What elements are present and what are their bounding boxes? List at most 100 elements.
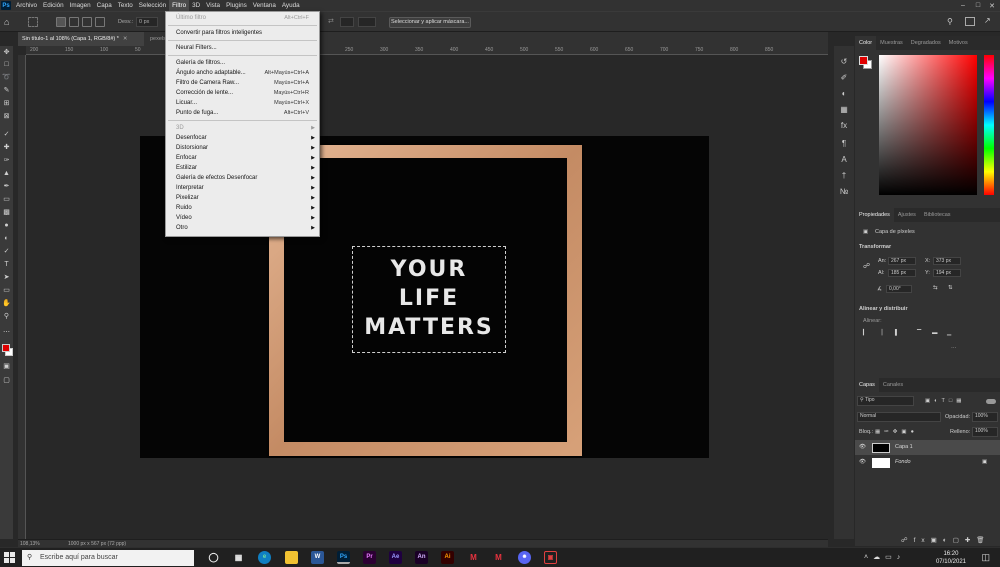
- properties-icon[interactable]: №: [838, 186, 850, 198]
- feather-input[interactable]: 0 px: [136, 17, 158, 27]
- after-effects-icon[interactable]: Ae: [389, 551, 402, 564]
- quick-mask-icon[interactable]: ▣: [1, 362, 12, 372]
- blend-mode-select[interactable]: Normal: [857, 412, 941, 422]
- layers-panel-tab-1[interactable]: Canales: [879, 378, 907, 392]
- quick-select-tool-icon[interactable]: ✎: [1, 86, 12, 96]
- width-input[interactable]: [340, 17, 354, 27]
- workspace-icon[interactable]: [965, 17, 975, 26]
- zoom-tool-icon[interactable]: ⚲: [1, 312, 12, 322]
- color-field[interactable]: [879, 55, 977, 195]
- menu-texto[interactable]: Texto: [115, 0, 136, 11]
- app-m-icon[interactable]: M: [467, 551, 480, 564]
- x-field[interactable]: 373 px: [933, 257, 961, 265]
- align-center-icon[interactable]: ▕: [878, 330, 882, 336]
- close-icon[interactable]: ✕: [985, 0, 999, 11]
- filter-menu-item[interactable]: Filtro de Camera Raw... Mayús+Ctrl+A: [166, 78, 319, 88]
- menu-archivo[interactable]: Archivo: [13, 0, 40, 11]
- flip-vertical-icon[interactable]: ⇅: [948, 285, 953, 291]
- filter-menu-item[interactable]: Enfocar ▶: [166, 153, 319, 163]
- align-middle-icon[interactable]: ▬: [932, 330, 938, 336]
- properties-panel-tab-0[interactable]: Propiedades: [855, 208, 894, 222]
- align-right-icon[interactable]: ▐: [893, 330, 897, 336]
- hue-slider[interactable]: [984, 55, 994, 195]
- align-top-icon[interactable]: ▔: [917, 330, 921, 336]
- filter-menu-item[interactable]: Licuar... Mayús+Ctrl+X: [166, 98, 319, 108]
- move-tool-icon[interactable]: ✥: [1, 48, 12, 58]
- subtract-selection-icon[interactable]: [82, 17, 92, 27]
- filter-menu-item[interactable]: Galería de efectos Desenfocar ▶: [166, 173, 319, 183]
- edge-icon[interactable]: e: [258, 551, 271, 564]
- menu-imagen[interactable]: Imagen: [67, 0, 94, 11]
- marquee-tool-icon[interactable]: □: [1, 60, 12, 70]
- width-field[interactable]: 267 px: [888, 257, 916, 265]
- filter-menu-item[interactable]: Corrección de lente... Mayús+Ctrl+R: [166, 88, 319, 98]
- frame-tool-icon[interactable]: ⊠: [1, 112, 12, 122]
- blur-tool-icon[interactable]: ●: [1, 221, 12, 231]
- maximize-icon[interactable]: □: [971, 0, 985, 11]
- visibility-eye-icon[interactable]: 👁: [859, 455, 866, 470]
- foreground-color-swatch[interactable]: [2, 344, 10, 352]
- adjustments-icon[interactable]: ◐: [838, 88, 850, 100]
- layer-actions[interactable]: ☍fx▣◐▢✚🗑: [901, 536, 991, 544]
- fx-icon[interactable]: fx: [838, 120, 850, 132]
- height-field[interactable]: 185 px: [888, 269, 916, 277]
- intersect-selection-icon[interactable]: [95, 17, 105, 27]
- file-explorer-icon[interactable]: [285, 551, 298, 564]
- eyedropper-tool-icon[interactable]: ✓: [1, 130, 12, 140]
- filter-menu-item[interactable]: Interpretar ▶: [166, 183, 319, 193]
- brush-tool-icon[interactable]: ✑: [1, 156, 12, 166]
- flip-horizontal-icon[interactable]: ⇆: [933, 285, 938, 291]
- screen-mode-icon[interactable]: ▢: [1, 376, 12, 386]
- history-brush-icon[interactable]: ✒: [1, 182, 12, 192]
- photoshop-taskbar-icon[interactable]: Ps: [337, 551, 350, 564]
- history-icon[interactable]: ↺: [838, 56, 850, 68]
- height-input[interactable]: [358, 17, 376, 27]
- minimize-icon[interactable]: –: [956, 0, 970, 11]
- fill-field[interactable]: 100%: [972, 427, 998, 437]
- dodge-tool-icon[interactable]: ◐: [1, 234, 12, 244]
- marquee-selection[interactable]: [352, 246, 506, 353]
- lasso-tool-icon[interactable]: ➰: [1, 73, 12, 83]
- menu-filtro[interactable]: Filtro: [169, 0, 190, 11]
- properties-panel-tab-1[interactable]: Ajustes: [894, 208, 920, 222]
- screen-recorder-icon[interactable]: ▣: [544, 551, 557, 564]
- hand-tool-icon[interactable]: ✋: [1, 299, 12, 309]
- more-tools-icon[interactable]: ⋯: [1, 328, 12, 338]
- path-select-tool-icon[interactable]: ➤: [1, 273, 12, 283]
- filter-menu-item[interactable]: Ruido ▶: [166, 203, 319, 213]
- cortana-icon[interactable]: ◯: [207, 551, 220, 564]
- add-selection-icon[interactable]: [69, 17, 79, 27]
- menu-seleccion[interactable]: Selección: [136, 0, 169, 11]
- layers-panel-tab-0[interactable]: Capas: [855, 378, 879, 392]
- word-icon[interactable]: W: [311, 551, 324, 564]
- layer-row-fondo[interactable]: 👁 Fondo ▣: [855, 455, 1000, 470]
- layer-filter-icons[interactable]: ▣◐T□▦: [925, 398, 965, 404]
- styles-icon[interactable]: ▦: [838, 104, 850, 116]
- character-icon[interactable]: A: [838, 154, 850, 166]
- discord-icon[interactable]: ☻: [518, 551, 531, 564]
- gradient-tool-icon[interactable]: ▩: [1, 208, 12, 218]
- color-panel-tab-0[interactable]: Color: [855, 36, 877, 50]
- stamp-tool-icon[interactable]: ▲: [1, 169, 12, 179]
- brush-settings-icon[interactable]: ✐: [838, 72, 850, 84]
- link-icon[interactable]: ☍: [863, 262, 870, 270]
- filter-menu-item[interactable]: Estilizar ▶: [166, 163, 319, 173]
- healing-tool-icon[interactable]: ✚: [1, 143, 12, 153]
- more-options-icon[interactable]: ⋯: [951, 346, 957, 352]
- opacity-field[interactable]: 100%: [972, 412, 998, 422]
- swap-icon[interactable]: ⇄: [328, 18, 338, 26]
- type-tool-icon[interactable]: T: [1, 260, 12, 270]
- align-bottom-icon[interactable]: ▁: [947, 330, 951, 336]
- system-tray-icons[interactable]: ˄☁▭♪: [864, 553, 905, 561]
- layer-row-capa-1[interactable]: 👁 Capa 1: [855, 440, 1000, 455]
- share-icon[interactable]: ↗: [984, 16, 991, 25]
- color-fg-swatch[interactable]: [859, 56, 868, 65]
- menu-ventana[interactable]: Ventana: [250, 0, 279, 11]
- rectangle-tool-icon[interactable]: ▭: [1, 286, 12, 296]
- document-tab-active[interactable]: Sin título-1 al 108% (Capa 1, RGB/8#) * ✕: [18, 32, 144, 46]
- animate-icon[interactable]: An: [415, 551, 428, 564]
- filter-menu-item[interactable]: Vídeo ▶: [166, 213, 319, 223]
- menu-3d[interactable]: 3D: [189, 0, 203, 11]
- clock[interactable]: 16:20 07/10/2021: [936, 550, 966, 566]
- windows-start-icon[interactable]: [4, 552, 15, 563]
